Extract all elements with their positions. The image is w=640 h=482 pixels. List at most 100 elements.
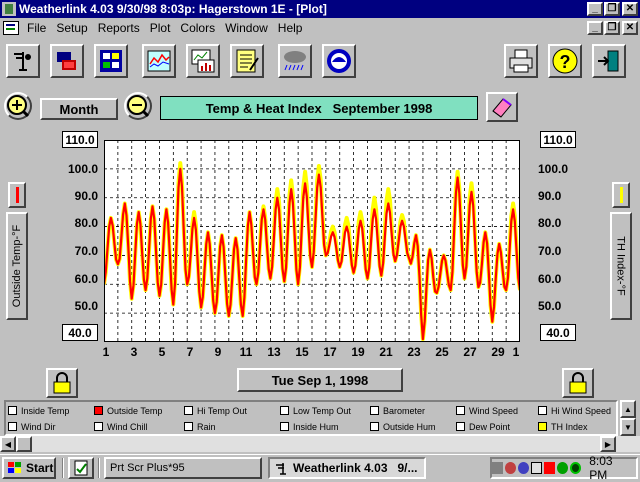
legend-checkbox[interactable] bbox=[94, 422, 103, 431]
legend-checkbox[interactable] bbox=[8, 406, 17, 415]
zoom-out-button[interactable] bbox=[124, 92, 152, 120]
zoom-in-icon bbox=[7, 95, 30, 118]
legend-item[interactable]: Wind Dir bbox=[8, 419, 56, 434]
tray-gear-icon[interactable] bbox=[504, 461, 516, 474]
legend-checkbox[interactable] bbox=[370, 422, 379, 431]
quick-launch-button[interactable] bbox=[68, 456, 94, 479]
tray-gear-icon[interactable] bbox=[517, 461, 529, 474]
anemometer-icon[interactable] bbox=[6, 44, 40, 78]
tray-stop-icon[interactable] bbox=[544, 461, 555, 474]
legend-checkbox[interactable] bbox=[94, 406, 103, 415]
task-prtscr[interactable]: Prt Scr Plus*95 bbox=[104, 456, 262, 479]
left-axis-title-button[interactable]: Outside Temp-°F bbox=[6, 212, 28, 320]
menu-plot[interactable]: Plot bbox=[145, 21, 176, 35]
zoom-in-button[interactable] bbox=[4, 92, 32, 120]
right-axis-max[interactable]: 110.0 bbox=[540, 131, 576, 148]
plot-icon[interactable] bbox=[142, 44, 176, 78]
task-weatherlink[interactable]: Weatherlink 4.03 9/... bbox=[268, 456, 426, 479]
doc-restore-icon[interactable]: ❐ bbox=[604, 21, 620, 35]
chart-icon[interactable] bbox=[186, 44, 220, 78]
right-lock-button[interactable] bbox=[562, 368, 594, 398]
menu-window[interactable]: Window bbox=[220, 21, 273, 35]
legend-checkbox[interactable] bbox=[456, 422, 465, 431]
legend-label: Outside Temp bbox=[107, 405, 163, 416]
help-icon[interactable]: ? bbox=[548, 44, 582, 78]
doc-minimize-icon[interactable]: _ bbox=[587, 21, 603, 35]
eraser-button[interactable] bbox=[486, 92, 518, 122]
legend-item[interactable]: Barometer bbox=[370, 403, 425, 418]
notepad-icon[interactable] bbox=[230, 44, 264, 78]
task-weatherlink-label: Weatherlink 4.03 9/... bbox=[293, 460, 418, 475]
start-button[interactable]: Start bbox=[2, 456, 56, 479]
legend-item[interactable]: Low Temp Out bbox=[280, 403, 351, 418]
legend-label: Low Temp Out bbox=[293, 405, 351, 416]
date-button[interactable]: Tue Sep 1, 1998 bbox=[237, 368, 403, 392]
legend-checkbox[interactable] bbox=[538, 406, 547, 415]
legend-item[interactable]: Hi Wind Speed bbox=[538, 403, 611, 418]
legend-label: Outside Hum bbox=[383, 421, 436, 432]
right-axis-title-button[interactable]: TH Index-°F bbox=[610, 212, 632, 320]
legend-item[interactable]: Dew Point bbox=[456, 419, 510, 434]
scroll-thumb[interactable] bbox=[16, 436, 32, 452]
scroll-right-icon[interactable]: ▶ bbox=[600, 436, 616, 452]
legend-item[interactable]: Inside Hum bbox=[280, 419, 339, 434]
th-index-color-button[interactable] bbox=[612, 182, 630, 208]
noaa-icon[interactable] bbox=[322, 44, 356, 78]
printer-icon[interactable] bbox=[504, 44, 538, 78]
tray-record-icon[interactable] bbox=[569, 461, 582, 474]
x-tick: 23 bbox=[407, 345, 421, 359]
menu-file[interactable]: File bbox=[22, 21, 51, 35]
legend-item[interactable]: Outside Temp bbox=[94, 403, 162, 418]
exit-icon[interactable] bbox=[592, 44, 626, 78]
x-axis-labels: 1 3 5 7 9 11 13 15 17 19 21 23 25 27 29 … bbox=[96, 345, 532, 361]
menu-setup[interactable]: Setup bbox=[51, 21, 92, 35]
left-lock-button[interactable] bbox=[46, 368, 78, 398]
close-icon[interactable]: ✕ bbox=[622, 2, 638, 16]
outside-temp-color-button[interactable] bbox=[8, 182, 26, 208]
left-axis-max[interactable]: 110.0 bbox=[62, 131, 98, 148]
legend-scroll-up-icon[interactable]: ▲ bbox=[620, 400, 636, 418]
minimize-icon[interactable]: _ bbox=[587, 2, 603, 16]
left-axis-min[interactable]: 40.0 bbox=[62, 324, 98, 341]
legend-item[interactable]: Outside Hum bbox=[370, 419, 436, 434]
legend-item[interactable]: Rain bbox=[184, 419, 216, 434]
plot-area[interactable] bbox=[104, 140, 520, 342]
period-button[interactable]: Month bbox=[40, 98, 118, 120]
tray-green-circle-icon[interactable] bbox=[556, 461, 568, 474]
legend-checkbox[interactable] bbox=[8, 422, 17, 431]
legend-item[interactable]: Hi Temp Out bbox=[184, 403, 247, 418]
menu-reports[interactable]: Reports bbox=[93, 21, 145, 35]
legend-checkbox[interactable] bbox=[280, 422, 289, 431]
legend-checkbox[interactable] bbox=[280, 406, 289, 415]
checkmark-doc-icon bbox=[74, 460, 88, 475]
storm-icon[interactable] bbox=[278, 44, 312, 78]
tray-printer-icon[interactable] bbox=[530, 461, 542, 474]
right-y-tick-60: 60.0 bbox=[538, 272, 562, 286]
th-index-swatch bbox=[619, 187, 623, 203]
station-icon[interactable] bbox=[50, 44, 84, 78]
app-icon[interactable] bbox=[2, 2, 16, 16]
legend-checkbox[interactable] bbox=[456, 406, 465, 415]
legend-checkbox[interactable] bbox=[538, 422, 547, 431]
legend-checkbox[interactable] bbox=[184, 422, 193, 431]
doc-icon[interactable] bbox=[3, 21, 19, 35]
legend-item[interactable]: TH Index bbox=[538, 419, 588, 434]
menu-colors[interactable]: Colors bbox=[175, 21, 220, 35]
x-tick: 3 bbox=[130, 345, 138, 359]
legend-checkbox[interactable] bbox=[370, 406, 379, 415]
doc-close-icon[interactable]: ✕ bbox=[622, 21, 638, 35]
legend-item[interactable]: Wind Speed bbox=[456, 403, 518, 418]
dashboard-icon[interactable] bbox=[94, 44, 128, 78]
horizontal-scrollbar[interactable]: ◀ ▶ bbox=[0, 436, 640, 452]
x-tick: 21 bbox=[379, 345, 393, 359]
legend-checkbox[interactable] bbox=[184, 406, 193, 415]
legend-item[interactable]: Inside Temp bbox=[8, 403, 69, 418]
restore-icon[interactable]: ❐ bbox=[604, 2, 620, 16]
menu-help[interactable]: Help bbox=[273, 21, 308, 35]
scroll-left-icon[interactable]: ◀ bbox=[0, 436, 16, 452]
tray-network-icon[interactable] bbox=[492, 461, 503, 474]
y-tick-50: 50.0 bbox=[74, 299, 98, 313]
legend-scroll-down-icon[interactable]: ▼ bbox=[620, 418, 636, 436]
legend-item[interactable]: Wind Chill bbox=[94, 419, 148, 434]
right-axis-min[interactable]: 40.0 bbox=[540, 324, 576, 341]
